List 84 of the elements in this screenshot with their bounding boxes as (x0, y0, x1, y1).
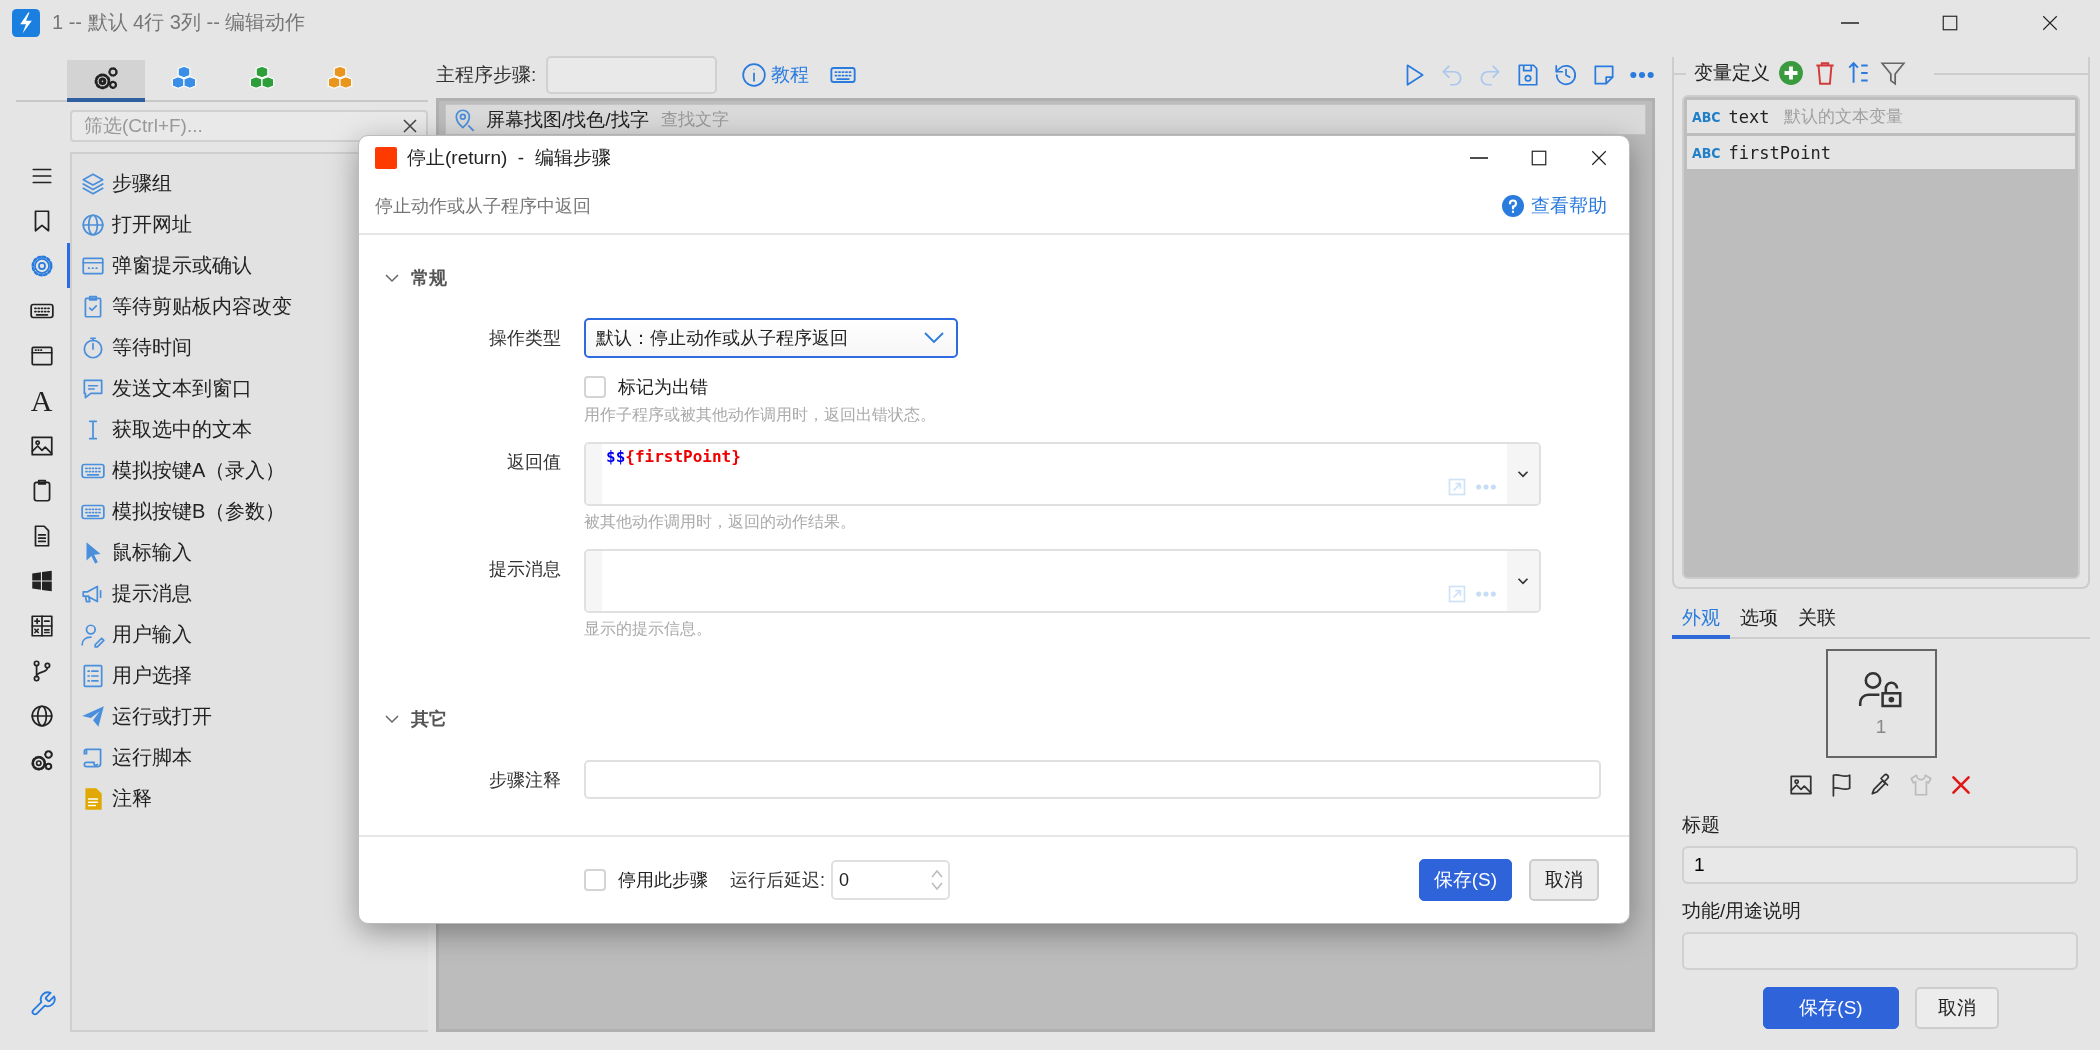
font-glyph[interactable]: A (30, 383, 53, 418)
variable-row[interactable]: ABC firstPoint (1687, 136, 2075, 169)
step-row[interactable]: 屏幕找图/找色/找字 查找文字 (445, 104, 1646, 135)
variable-name: firstPoint (1728, 142, 1831, 163)
tab[interactable]: 关联 (1788, 601, 1846, 639)
help-icon (1501, 194, 1525, 218)
maximize-icon (1530, 148, 1548, 167)
steps-field[interactable] (546, 56, 718, 94)
action-item[interactable]: 等待时间 (72, 327, 428, 368)
help-link[interactable]: 查看帮助 (1495, 192, 1613, 220)
preview-caption: 1 (1875, 715, 1887, 738)
calculator-icon[interactable] (28, 612, 55, 639)
image-icon[interactable] (1788, 772, 1814, 798)
return-value-field[interactable]: $${firstPoint} (584, 442, 1541, 506)
spinner-arrows-icon[interactable] (930, 867, 944, 893)
filter-field[interactable]: 筛选(Ctrl+F)... (70, 110, 428, 142)
hint-text: 显示的提示信息。 (584, 619, 713, 639)
clear-icon[interactable] (401, 117, 419, 135)
maximize-icon (1941, 13, 1959, 32)
save-button[interactable]: 保存(S) (1763, 987, 1899, 1029)
window-title: 1 -- 默认 4行 3列 -- 编辑动作 (52, 10, 306, 35)
field-label: 提示消息 (489, 558, 561, 581)
action-item[interactable]: 获取选中的文本 (72, 409, 428, 450)
delay-spinner[interactable]: 0 (831, 860, 950, 900)
action-item[interactable]: 模拟按键B（参数） (72, 491, 428, 532)
note-field[interactable] (584, 760, 1601, 799)
list-icon (80, 662, 106, 689)
operation-dropdown[interactable]: 默认：停止动作或从子程序返回 (584, 318, 958, 358)
panel-title: 变量定义 (1694, 61, 1770, 85)
title-field[interactable]: 1 (1682, 846, 2078, 884)
action-item[interactable]: 运行脚本 (72, 737, 428, 778)
section-header[interactable]: 其它 (359, 704, 453, 734)
tab[interactable]: 选项 (1730, 601, 1788, 639)
field-label: 主程序步骤: (436, 63, 537, 87)
hint-text: 被其他动作调用时，返回的动作结果。 (584, 512, 857, 532)
action-item[interactable]: 模拟按键A（录入） (72, 450, 428, 491)
type-label: ABC (1692, 108, 1721, 125)
field-label: 操作类型 (489, 327, 561, 350)
field-label: 步骤注释 (489, 769, 561, 792)
close-icon (2041, 13, 2059, 32)
stop-icon (375, 146, 397, 169)
save-button[interactable]: 保存(S) (1418, 859, 1512, 901)
save-icon[interactable] (1515, 62, 1541, 88)
action-item[interactable]: 用户选择 (72, 655, 428, 696)
app-logo-icon (12, 8, 40, 37)
field-label: 运行后延迟: (730, 869, 825, 892)
action-item[interactable]: 注释 (72, 778, 428, 819)
dialog-title: 停止(return) - 编辑步骤 (407, 145, 611, 170)
checkbox[interactable]: 标记为出错 (584, 375, 708, 399)
step-description: 查找文字 (660, 109, 729, 131)
type-label: ABC (1692, 144, 1721, 161)
user-edit-icon (80, 621, 106, 648)
checkbox[interactable]: 停用此步骤 (584, 868, 708, 892)
wrench-icon[interactable] (29, 990, 57, 1018)
editor-gutter (586, 444, 602, 504)
close-icon (1590, 148, 1608, 167)
add-icon[interactable] (1778, 60, 1804, 86)
variable-row[interactable]: ABC text 默认的文本变量 (1687, 100, 2075, 133)
sticky-note-icon[interactable] (1591, 62, 1617, 88)
field-label: 返回值 (507, 451, 561, 474)
cancel-button[interactable]: 取消 (1529, 859, 1599, 901)
editor-gutter (586, 551, 602, 611)
action-item[interactable]: 提示消息 (72, 573, 428, 614)
variable-description: 默认的文本变量 (1783, 106, 1903, 128)
tab[interactable] (67, 60, 145, 102)
action-item[interactable]: 用户输入 (72, 614, 428, 655)
history-icon[interactable] (1553, 62, 1579, 88)
field-label: 功能/用途说明 (1682, 899, 1803, 923)
minimize-icon (1841, 21, 1859, 24)
dialog-subtitle: 停止动作或从子程序中返回 (375, 195, 591, 218)
globe-icon (80, 211, 106, 238)
info-icon (741, 62, 768, 88)
filter-icon[interactable] (1880, 60, 1906, 86)
hint-text: 用作子程序或被其他动作调用时，返回出错状态。 (584, 405, 937, 425)
variable-name: text (1728, 106, 1770, 127)
message-field[interactable] (584, 549, 1541, 613)
purpose-field[interactable] (1682, 932, 2078, 970)
cancel-button[interactable]: 取消 (1915, 987, 1999, 1029)
step-title: 屏幕找图/找色/找字 (486, 107, 649, 132)
field-label: 标题 (1682, 813, 1721, 837)
action-item[interactable]: 发送文本到窗口 (72, 368, 428, 409)
action-item[interactable]: 鼠标输入 (72, 532, 428, 573)
minimize-icon (1470, 156, 1488, 159)
globe-icon[interactable] (28, 702, 55, 729)
